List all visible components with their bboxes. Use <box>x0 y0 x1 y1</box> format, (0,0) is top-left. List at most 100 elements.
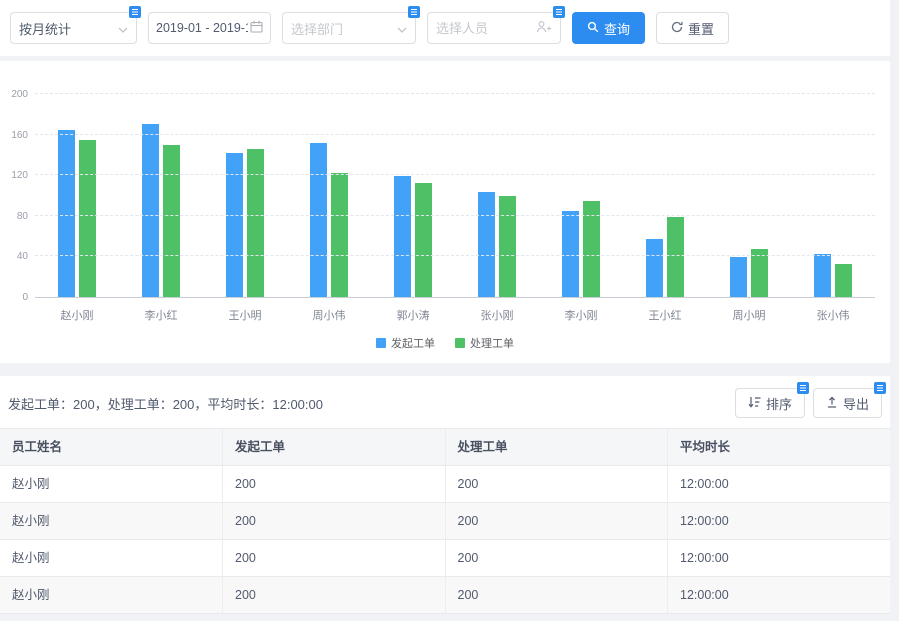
bar-处理工单 <box>79 140 96 297</box>
reset-label: 重置 <box>688 19 714 38</box>
sort-button[interactable]: 排序 <box>735 388 805 418</box>
refresh-icon <box>671 21 683 36</box>
bar-group <box>58 130 96 297</box>
export-label: 导出 <box>843 394 869 413</box>
y-axis-tick: 40 <box>2 251 28 262</box>
chevron-down-icon <box>397 21 407 36</box>
table-cell: 赵小刚 <box>0 577 223 614</box>
results-panel: 发起工单：200，处理工单：200，平均时长：12:00:00 排序 导出 <box>0 376 890 614</box>
y-axis-tick: 120 <box>2 170 28 181</box>
table-row: 赵小刚20020012:00:00 <box>0 540 890 577</box>
summary-text: 发起工单：200，处理工单：200，平均时长：12:00:00 <box>8 394 323 413</box>
bar-处理工单 <box>415 183 432 297</box>
stat-type-select[interactable]: 按月统计 <box>10 12 137 44</box>
summary-row: 发起工单：200，处理工单：200，平均时长：12:00:00 排序 导出 <box>0 376 890 428</box>
results-table: 员工姓名发起工单处理工单平均时长 赵小刚20020012:00:00赵小刚200… <box>0 428 890 614</box>
list-badge-icon <box>874 382 886 394</box>
x-axis-label: 张小伟 <box>813 307 853 323</box>
x-axis-label: 李小红 <box>141 307 181 323</box>
x-axis-label: 郭小涛 <box>393 307 433 323</box>
table-cell: 200 <box>223 577 446 614</box>
gridline <box>35 255 875 256</box>
y-axis-tick: 200 <box>2 89 28 100</box>
table-cell: 200 <box>223 466 446 503</box>
table-cell: 200 <box>445 577 668 614</box>
bar-groups <box>35 95 875 297</box>
bar-发起工单 <box>394 176 411 297</box>
page: 按月统计 选择部门 <box>0 0 890 614</box>
chart-panel: 04080120160200 赵小刚李小红王小明周小伟郭小涛张小刚李小刚王小红周… <box>0 61 890 363</box>
table-header-row: 员工姓名发起工单处理工单平均时长 <box>0 429 890 466</box>
table-cell: 200 <box>223 540 446 577</box>
table-cell: 赵小刚 <box>0 466 223 503</box>
personnel-field[interactable] <box>436 21 536 36</box>
person-add-icon <box>536 20 552 36</box>
reset-button[interactable]: 重置 <box>656 12 729 44</box>
department-placeholder: 选择部门 <box>291 19 343 38</box>
summary-actions: 排序 导出 <box>735 388 882 418</box>
query-button[interactable]: 查询 <box>572 12 645 44</box>
bar-group <box>730 249 768 297</box>
department-select[interactable]: 选择部门 <box>282 12 416 44</box>
sort-label: 排序 <box>766 394 792 413</box>
bar-发起工单 <box>562 211 579 297</box>
table-cell: 200 <box>445 503 668 540</box>
bar-发起工单 <box>814 254 831 297</box>
y-axis-tick: 80 <box>2 211 28 222</box>
x-axis-label: 王小红 <box>645 307 685 323</box>
list-badge-icon <box>553 6 565 18</box>
chart-plot: 04080120160200 <box>35 95 875 298</box>
legend-item[interactable]: 处理工单 <box>455 335 514 351</box>
stat-type-value: 按月统计 <box>19 19 71 38</box>
x-axis-label: 周小明 <box>729 307 769 323</box>
table-cell: 12:00:00 <box>668 577 891 614</box>
bar-处理工单 <box>751 249 768 297</box>
legend-swatch <box>376 338 386 348</box>
legend-label: 发起工单 <box>391 335 435 351</box>
bar-发起工单 <box>646 239 663 297</box>
bar-发起工单 <box>730 257 747 297</box>
legend-swatch <box>455 338 465 348</box>
table-row: 赵小刚20020012:00:00 <box>0 466 890 503</box>
y-axis-tick: 0 <box>2 292 28 303</box>
bar-发起工单 <box>58 130 75 297</box>
bar-处理工单 <box>163 145 180 297</box>
personnel-input[interactable] <box>427 12 561 44</box>
search-icon <box>587 21 599 36</box>
x-axis-label: 张小刚 <box>477 307 517 323</box>
y-axis-tick: 160 <box>2 130 28 141</box>
table-row: 赵小刚20020012:00:00 <box>0 577 890 614</box>
chevron-down-icon <box>118 21 128 36</box>
x-axis-label: 赵小刚 <box>57 307 97 323</box>
table-cell: 200 <box>445 466 668 503</box>
table-row: 赵小刚20020012:00:00 <box>0 503 890 540</box>
gridline <box>35 134 875 135</box>
table-cell: 赵小刚 <box>0 503 223 540</box>
list-badge-icon <box>797 382 809 394</box>
x-axis-label: 周小伟 <box>309 307 349 323</box>
list-badge-icon <box>408 6 420 18</box>
gridline <box>35 93 875 94</box>
bar-发起工单 <box>478 192 495 297</box>
bar-发起工单 <box>142 124 159 297</box>
x-axis-label: 李小刚 <box>561 307 601 323</box>
chart-x-labels: 赵小刚 李小红 王小明 周小伟 郭小涛 张小刚 李小刚 王小红 周小明 张小伟 <box>35 307 875 323</box>
table-cell: 12:00:00 <box>668 466 891 503</box>
legend-item[interactable]: 发起工单 <box>376 335 435 351</box>
list-badge-icon <box>129 6 141 18</box>
bar-group <box>646 217 684 297</box>
export-button[interactable]: 导出 <box>813 388 882 418</box>
table-header-cell: 处理工单 <box>445 429 668 466</box>
date-range-input[interactable] <box>148 12 271 44</box>
bar-处理工单 <box>667 217 684 297</box>
bar-处理工单 <box>331 173 348 297</box>
bar-group <box>394 176 432 297</box>
x-axis-label: 王小明 <box>225 307 265 323</box>
table-cell: 12:00:00 <box>668 503 891 540</box>
date-range-value[interactable] <box>156 21 248 35</box>
legend-label: 处理工单 <box>470 335 514 351</box>
gridline <box>35 174 875 175</box>
bar-group <box>142 124 180 297</box>
table-body: 赵小刚20020012:00:00赵小刚20020012:00:00赵小刚200… <box>0 466 890 614</box>
bar-group <box>310 143 348 297</box>
